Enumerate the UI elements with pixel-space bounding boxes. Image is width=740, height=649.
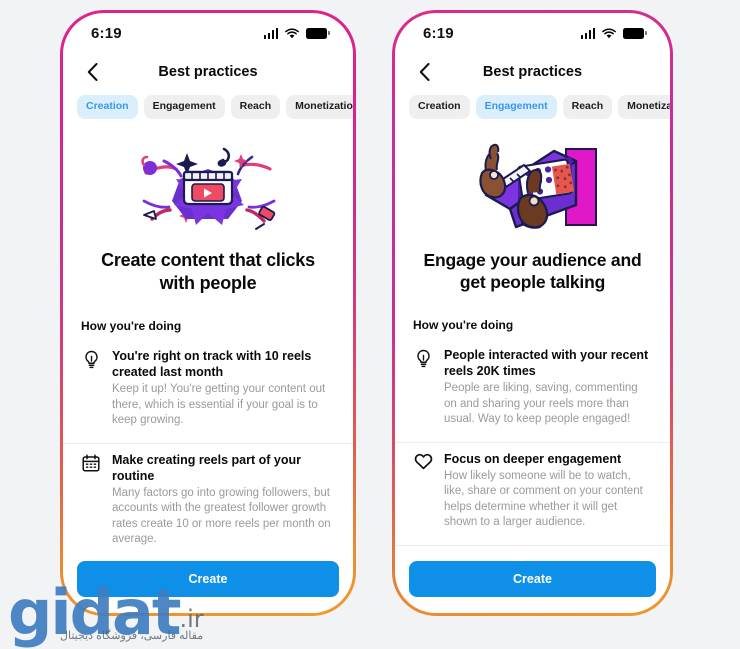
phone-screen-creation: 6:19 Best practices Creation Engagement <box>63 13 353 613</box>
list-item-text: People interacted with your recent reels… <box>444 347 652 428</box>
list-item-title: Focus on deeper engagement <box>444 451 622 466</box>
status-bar: 6:19 <box>395 13 670 53</box>
list-item[interactable]: Make it relatable enough to share If peo… <box>395 544 670 553</box>
battery-icon <box>306 27 330 39</box>
content-area: Engage your audience and get people talk… <box>395 129 670 553</box>
footer-bar: Create <box>63 553 353 613</box>
list-item[interactable]: Focus on deeper engagement How likely so… <box>395 441 670 545</box>
section-label: How you're doing <box>81 319 182 334</box>
status-bar: 6:19 <box>63 13 353 53</box>
list-item-text: You're right on track with 10 reels crea… <box>112 348 335 429</box>
list-item[interactable]: People interacted with your recent reels… <box>395 338 670 442</box>
status-icon-group <box>263 27 330 39</box>
back-button[interactable] <box>81 61 103 83</box>
lightbulb-icon <box>81 348 101 429</box>
list-item-desc: Many factors go into growing followers, … <box>112 486 331 546</box>
tab-monetization[interactable]: Monetization <box>618 95 670 119</box>
list-item-title: People interacted with your recent reels… <box>444 348 649 379</box>
status-time: 6:19 <box>423 24 454 42</box>
heart-icon <box>413 451 433 531</box>
signal-icon <box>263 27 278 39</box>
list-item-desc: How likely someone will be to watch, lik… <box>444 469 643 529</box>
hero-illustration-reels-burst <box>63 129 353 241</box>
tips-list: People interacted with your recent reels… <box>395 338 670 553</box>
list-item[interactable]: You're right on track with 10 reels crea… <box>63 339 353 443</box>
tab-bar: Creation Engagement Reach Monetization <box>395 91 670 129</box>
back-button[interactable] <box>413 61 435 83</box>
footer-bar: Create <box>395 553 670 613</box>
list-item-title: Make creating reels part of your routine <box>112 452 301 483</box>
content-area: Create content that clicks with people H… <box>63 129 353 553</box>
create-button[interactable]: Create <box>409 561 656 597</box>
list-item-title: You're right on track with 10 reels crea… <box>112 349 312 380</box>
chevron-left-icon <box>87 63 97 81</box>
signal-icon <box>580 27 595 39</box>
tab-engagement[interactable]: Engagement <box>475 95 557 119</box>
watermark-subtitle: مقاله فارسی، فروشگاه دیجیتال <box>60 630 204 642</box>
lightbulb-icon <box>413 347 433 428</box>
status-time: 6:19 <box>91 24 122 42</box>
tab-creation[interactable]: Creation <box>409 95 470 119</box>
headline: Create content that clicks with people <box>101 249 315 293</box>
page-title: Best practices <box>158 64 258 80</box>
calendar-icon <box>81 452 101 548</box>
phone-mockup-engagement: 6:19 Best practices Creation Engagement <box>392 10 673 616</box>
page-title: Best practices <box>482 64 583 80</box>
tab-bar: Creation Engagement Reach Monetization <box>63 91 353 129</box>
status-icon-group <box>580 27 647 39</box>
list-item-desc: People are liking, saving, commenting on… <box>444 382 638 426</box>
headline: Engage your audience and get people talk… <box>423 249 642 293</box>
section-label: How you're doing <box>413 318 514 333</box>
list-item[interactable]: Make creating reels part of your routine… <box>63 442 353 553</box>
tab-reach[interactable]: Reach <box>562 95 613 119</box>
phone-screen-engagement: 6:19 Best practices Creation Engagement <box>395 13 670 613</box>
chevron-left-icon <box>419 63 429 81</box>
list-item-text: Focus on deeper engagement How likely so… <box>444 451 652 531</box>
nav-bar: Best practices <box>63 53 353 91</box>
wifi-icon <box>285 27 299 39</box>
create-button[interactable]: Create <box>77 561 339 597</box>
tab-reach[interactable]: Reach <box>230 95 281 119</box>
tab-creation[interactable]: Creation <box>77 95 138 119</box>
phone-mockup-creation: 6:19 Best practices Creation Engagement <box>60 10 356 616</box>
screenshot-stage: 6:19 Best practices Creation Engagement <box>0 0 740 644</box>
list-item-desc: Keep it up! You're getting your content … <box>112 383 326 427</box>
nav-bar: Best practices <box>395 53 670 91</box>
list-item-text: Make creating reels part of your routine… <box>112 452 335 548</box>
wifi-icon <box>602 27 616 39</box>
hero-illustration-hands-typing-phone <box>395 129 670 241</box>
battery-icon <box>623 27 647 39</box>
tab-engagement[interactable]: Engagement <box>143 95 225 119</box>
tab-monetization[interactable]: Monetization <box>286 95 353 119</box>
tips-list: You're right on track with 10 reels crea… <box>63 339 353 553</box>
